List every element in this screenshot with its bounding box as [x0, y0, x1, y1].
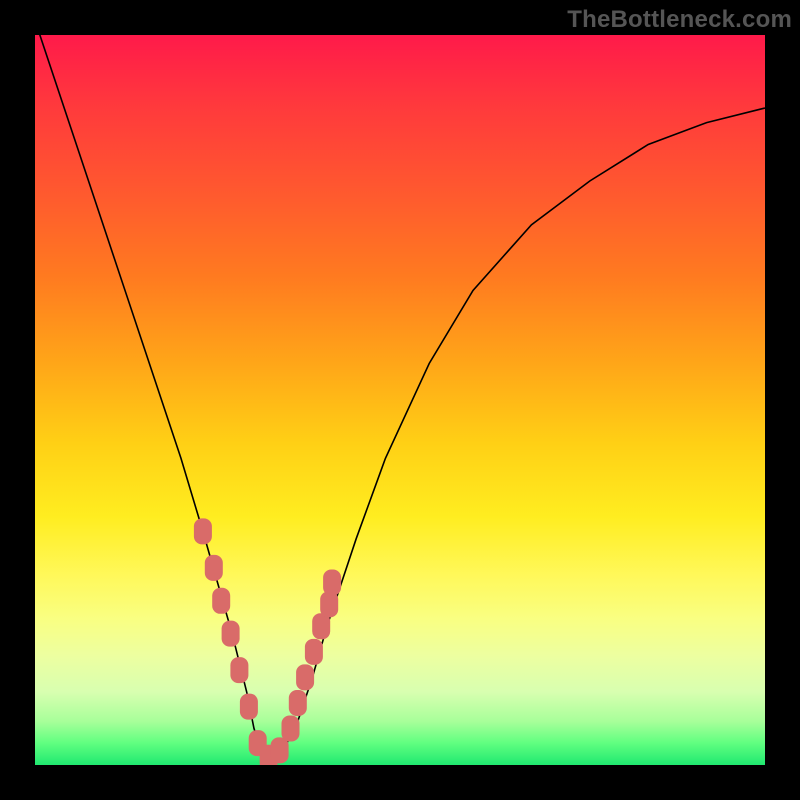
- marker-point: [222, 621, 240, 647]
- marker-point: [230, 657, 248, 683]
- marker-point: [320, 591, 338, 617]
- marker-point: [271, 737, 289, 763]
- marker-point: [194, 518, 212, 544]
- chart-container: TheBottleneck.com: [0, 0, 800, 800]
- marker-point: [212, 588, 230, 614]
- marker-point: [323, 570, 341, 596]
- plot-area: [35, 35, 765, 765]
- branding-text: TheBottleneck.com: [567, 6, 792, 34]
- marker-point: [205, 555, 223, 581]
- marker-point: [296, 664, 314, 690]
- marker-point: [305, 639, 323, 665]
- curve-path: [35, 35, 765, 758]
- marker-point: [240, 694, 258, 720]
- marker-point: [282, 716, 300, 742]
- marker-group: [194, 518, 341, 765]
- marker-point: [289, 690, 307, 716]
- chart-svg: [35, 35, 765, 765]
